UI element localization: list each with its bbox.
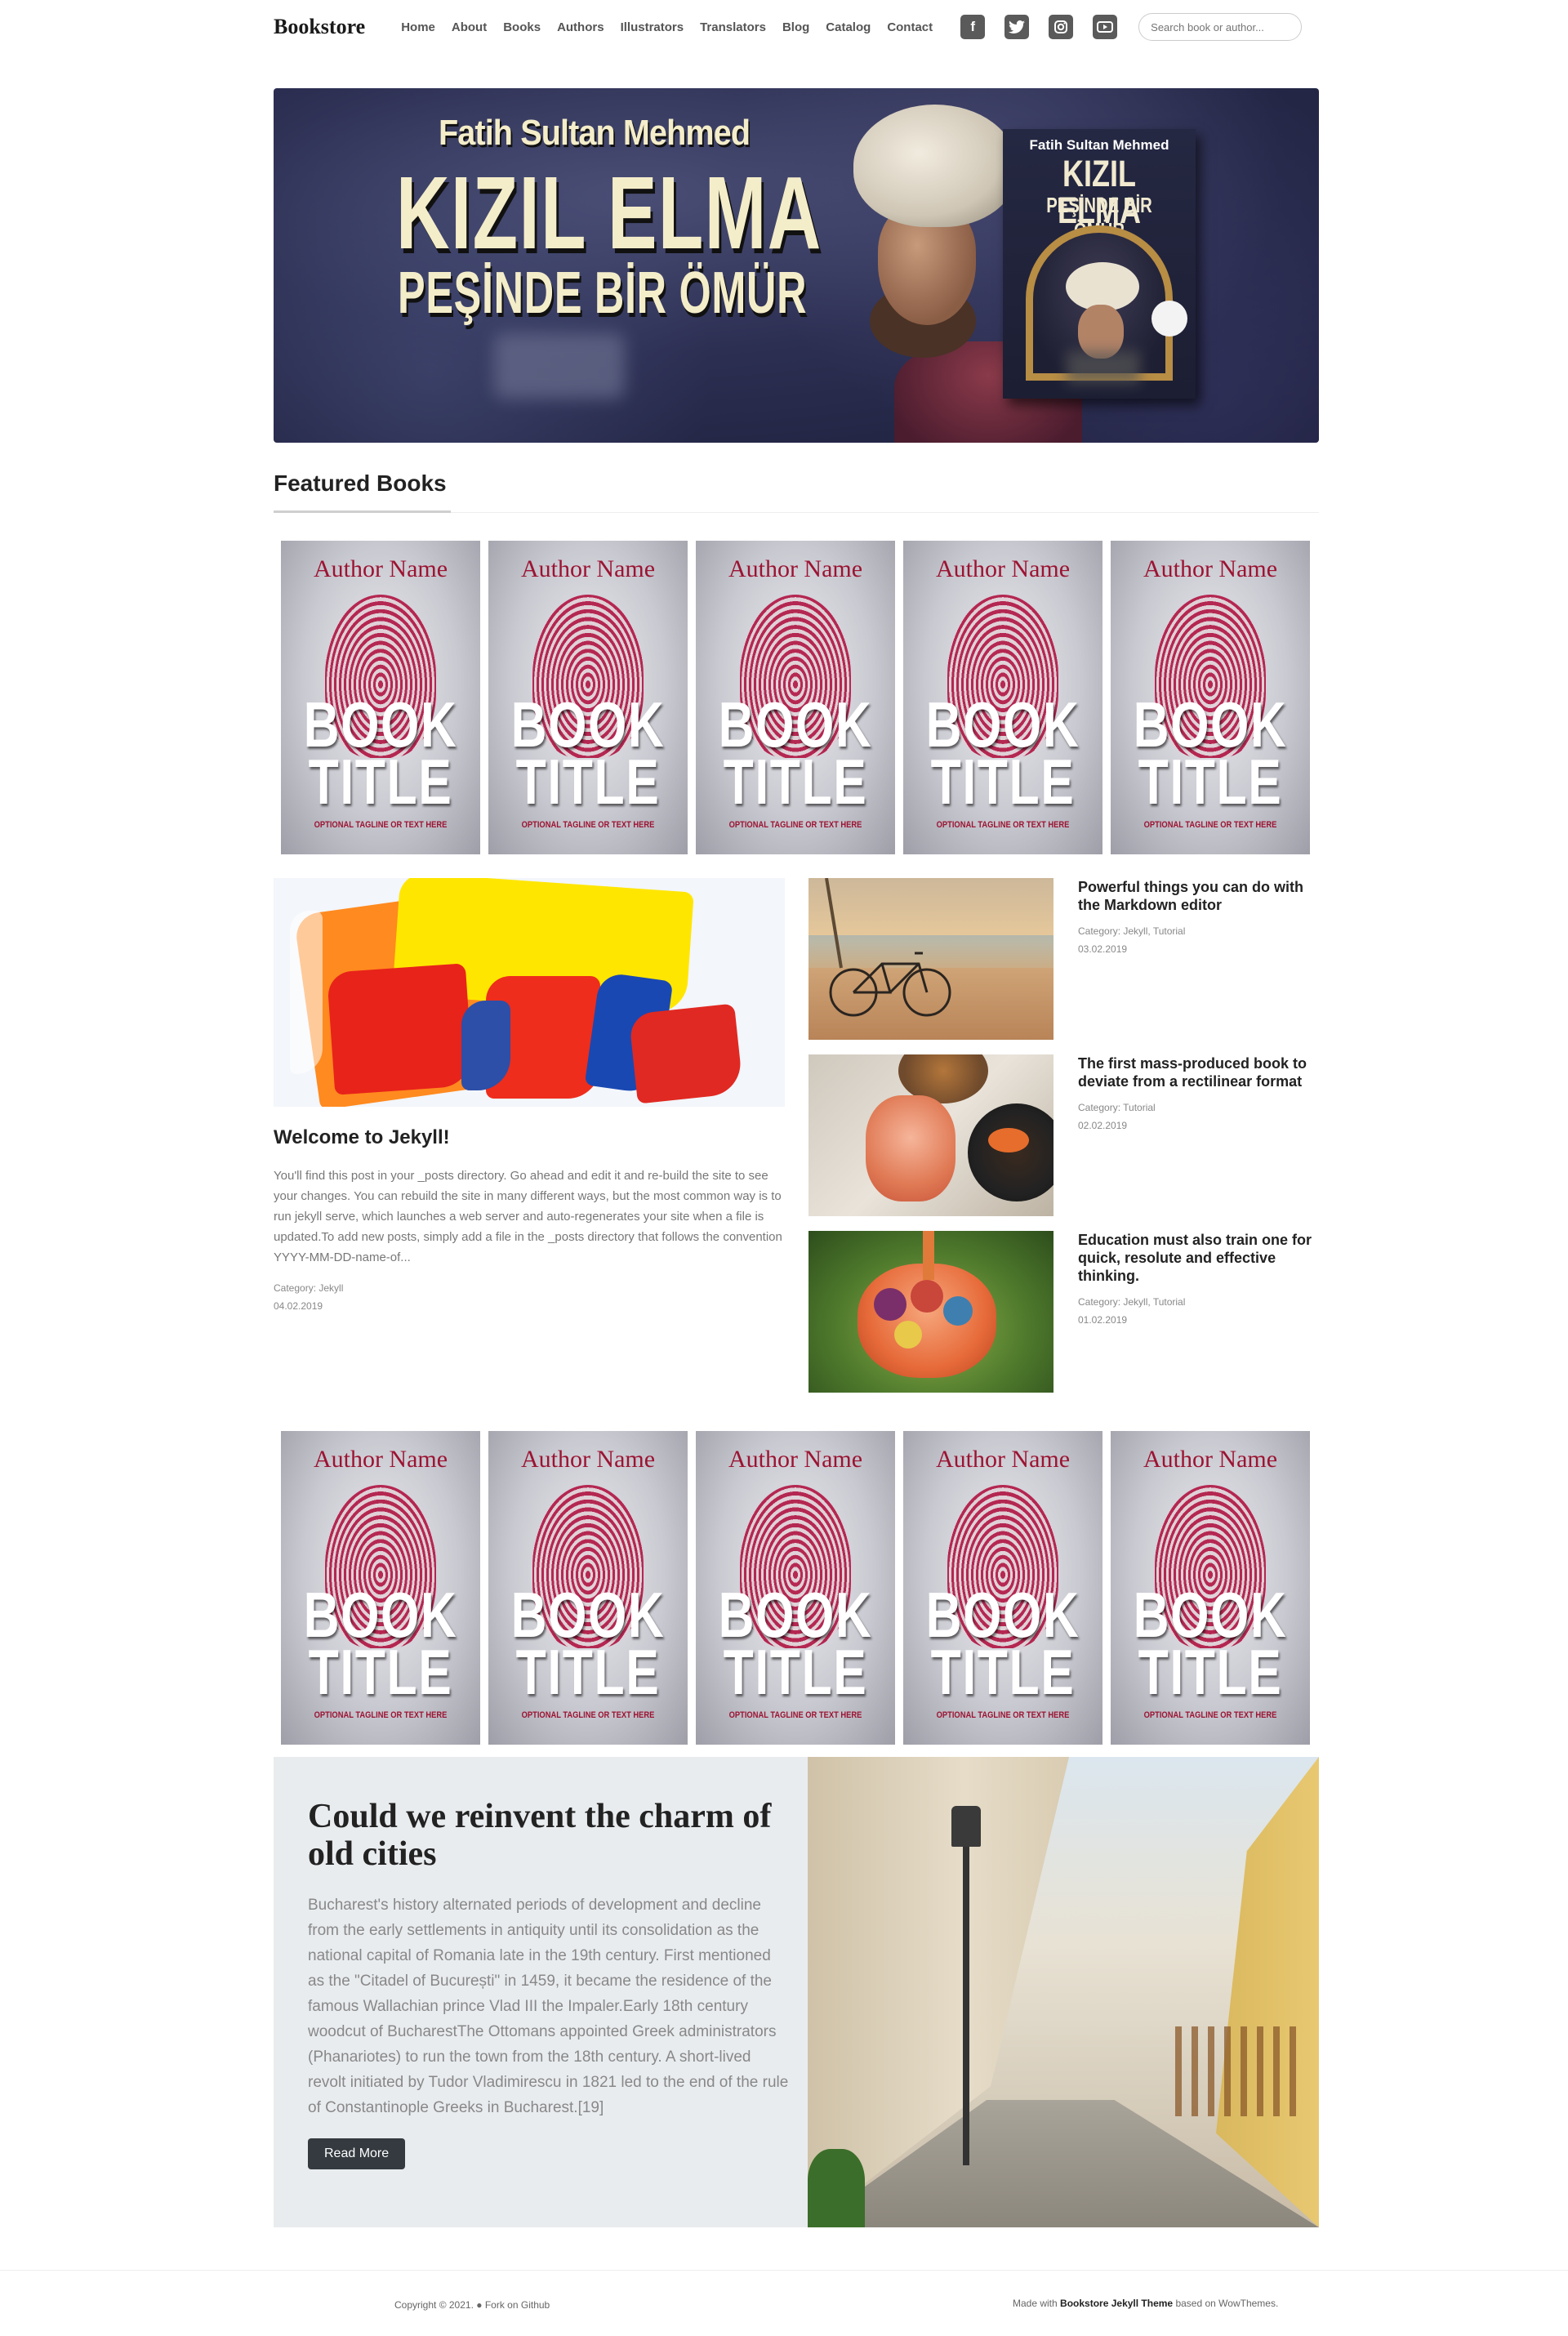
hero-subtitle: PEŞİNDE BİR ÖMÜR xyxy=(398,261,808,326)
main-post-excerpt: You'll find this post in your _posts dir… xyxy=(274,1169,782,1264)
facebook-icon[interactable]: f xyxy=(960,15,986,39)
side-post-category: Category: Jekyll, Tutorial xyxy=(1078,1296,1186,1308)
nav-link-home[interactable]: Home xyxy=(401,20,435,34)
nav-link-authors[interactable]: Authors xyxy=(557,20,604,34)
featured-books-row-2: Author Name BOOK TITLE OPTIONAL TAGLINE OR … xyxy=(274,1431,1319,1745)
github-icon: ● xyxy=(476,2299,483,2311)
social-links: f xyxy=(960,15,1118,39)
nav-link-about[interactable]: About xyxy=(452,20,487,34)
nav-link-illustrators[interactable]: Illustrators xyxy=(621,20,684,34)
abstract-paint-image[interactable] xyxy=(274,878,785,1107)
brand-logo[interactable]: Bookstore xyxy=(274,15,365,39)
featured-books-row-1: Author Name BOOK TITLE OPTIONAL TAGLINE OR … xyxy=(274,541,1319,854)
side-post-title[interactable]: Education must also train one for quick,… xyxy=(1078,1231,1323,1285)
side-post-category: Category: Tutorial xyxy=(1078,1102,1156,1113)
hero-banner[interactable]: Fatih Sultan Mehmed KIZIL ELMA PEŞİNDE B… xyxy=(274,88,1319,443)
footer-right: Made with Bookstore Jekyll Theme based o… xyxy=(1013,2298,1279,2309)
book-card[interactable]: Author Name BOOK TITLE OPTIONAL TAGLINE OR … xyxy=(281,1431,480,1745)
heading-underline xyxy=(274,510,451,513)
read-more-button[interactable]: Read More xyxy=(308,2138,406,2169)
side-post-card[interactable]: Education must also train one for quick,… xyxy=(808,1231,1319,1393)
featured-books-header: Featured Books xyxy=(274,469,1319,513)
nav-links: Home About Books Authors Illustrators Tr… xyxy=(401,20,933,34)
nav-link-catalog[interactable]: Catalog xyxy=(826,20,871,34)
footer-left: Copyright © 2021. ● Fork on Github xyxy=(394,2299,550,2311)
top-navbar: Bookstore Home About Books Authors Illus… xyxy=(274,0,1319,54)
side-post-date: 02.02.2019 xyxy=(1078,1120,1128,1131)
main-post-date: 04.02.2019 xyxy=(274,1300,323,1312)
book-card[interactable]: Author Name BOOK TITLE OPTIONAL TAGLINE OR … xyxy=(488,541,688,854)
food-drinks-image[interactable] xyxy=(808,1054,1054,1216)
nav-link-books[interactable]: Books xyxy=(503,20,541,34)
side-post-date: 03.02.2019 xyxy=(1078,943,1128,955)
feature-article: Could we reinvent the charm of old citie… xyxy=(274,1757,1319,2227)
hero-author: Fatih Sultan Mehmed xyxy=(439,113,751,153)
main-post-title[interactable]: Welcome to Jekyll! xyxy=(274,1126,785,1149)
nav-link-contact[interactable]: Contact xyxy=(887,20,933,34)
feature-title: Could we reinvent the charm of old citie… xyxy=(308,1798,772,1873)
fork-github-link[interactable]: Fork on Github xyxy=(485,2299,550,2311)
side-post-category: Category: Jekyll, Tutorial xyxy=(1078,925,1186,937)
beach-bicycle-image[interactable] xyxy=(808,878,1054,1040)
instagram-icon[interactable] xyxy=(1049,15,1074,39)
twitter-icon[interactable] xyxy=(1004,15,1030,39)
side-post-title[interactable]: Powerful things you can do with the Mark… xyxy=(1078,878,1323,914)
nav-link-blog[interactable]: Blog xyxy=(782,20,809,34)
book-card[interactable]: Author Name BOOK TITLE OPTIONAL TAGLINE OR … xyxy=(488,1431,688,1745)
easter-basket-image[interactable] xyxy=(808,1231,1054,1393)
blog-posts-section: Welcome to Jekyll! You'll find this post… xyxy=(274,878,1319,1393)
hero-book-author: Fatih Sultan Mehmed xyxy=(1029,137,1169,153)
youtube-icon[interactable] xyxy=(1093,15,1118,39)
side-post-card[interactable]: The first mass-produced book to deviate … xyxy=(808,1054,1319,1216)
footer-divider xyxy=(0,2270,1568,2271)
blurred-logo xyxy=(494,333,625,399)
nav-link-translators[interactable]: Translators xyxy=(700,20,766,34)
old-city-street-image xyxy=(808,1757,1319,2227)
hero-title: KIZIL ELMA xyxy=(396,155,822,270)
book-card[interactable]: Author Name BOOK TITLE OPTIONAL TAGLINE OR … xyxy=(1111,1431,1310,1745)
side-post-card[interactable]: Powerful things you can do with the Mark… xyxy=(808,878,1319,1040)
hero-book-badge xyxy=(1152,301,1187,337)
side-post-title[interactable]: The first mass-produced book to deviate … xyxy=(1078,1054,1323,1090)
theme-link[interactable]: Bookstore Jekyll Theme xyxy=(1060,2298,1173,2309)
book-card[interactable]: Author Name BOOK TITLE OPTIONAL TAGLINE OR … xyxy=(281,541,480,854)
book-card[interactable]: Author Name BOOK TITLE OPTIONAL TAGLINE OR … xyxy=(696,541,895,854)
search-input[interactable] xyxy=(1138,13,1303,41)
side-post-date: 01.02.2019 xyxy=(1078,1314,1128,1326)
book-card[interactable]: Author Name BOOK TITLE OPTIONAL TAGLINE OR … xyxy=(696,1431,895,1745)
copyright-text: Copyright © 2021. xyxy=(394,2299,474,2311)
main-post-card[interactable]: Welcome to Jekyll! You'll find this post… xyxy=(274,878,785,1315)
book-card[interactable]: Author Name BOOK TITLE OPTIONAL TAGLINE OR … xyxy=(903,1431,1102,1745)
feature-body: Bucharest's history alternated periods o… xyxy=(308,1897,789,2116)
featured-books-heading: Featured Books xyxy=(274,470,447,496)
book-card[interactable]: Author Name BOOK TITLE OPTIONAL TAGLINE OR … xyxy=(1111,541,1310,854)
main-post-category: Category: Jekyll xyxy=(274,1282,344,1294)
book-card[interactable]: Author Name BOOK TITLE OPTIONAL TAGLINE OR … xyxy=(903,541,1102,854)
hero-book-cover: Fatih Sultan Mehmed KIZIL ELMA PEŞİNDE B… xyxy=(1003,129,1196,399)
